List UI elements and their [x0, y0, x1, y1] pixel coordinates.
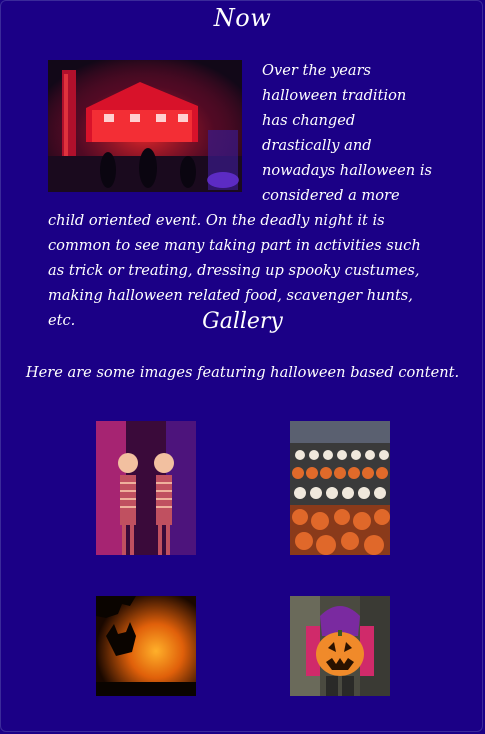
gallery-image-jack-o-lantern	[290, 596, 390, 696]
gallery-title: Gallery	[202, 309, 283, 334]
haunted-house-photo	[48, 60, 242, 192]
gallery-image-cat-silhouette	[96, 596, 196, 696]
now-title: Now	[213, 4, 272, 32]
gallery-image-pumpkins	[290, 421, 390, 555]
gallery-image-skeletons	[96, 421, 196, 555]
now-section: Over the years halloween tradition has c…	[48, 58, 436, 333]
gallery-subtitle: Here are some images featuring halloween…	[25, 364, 460, 381]
